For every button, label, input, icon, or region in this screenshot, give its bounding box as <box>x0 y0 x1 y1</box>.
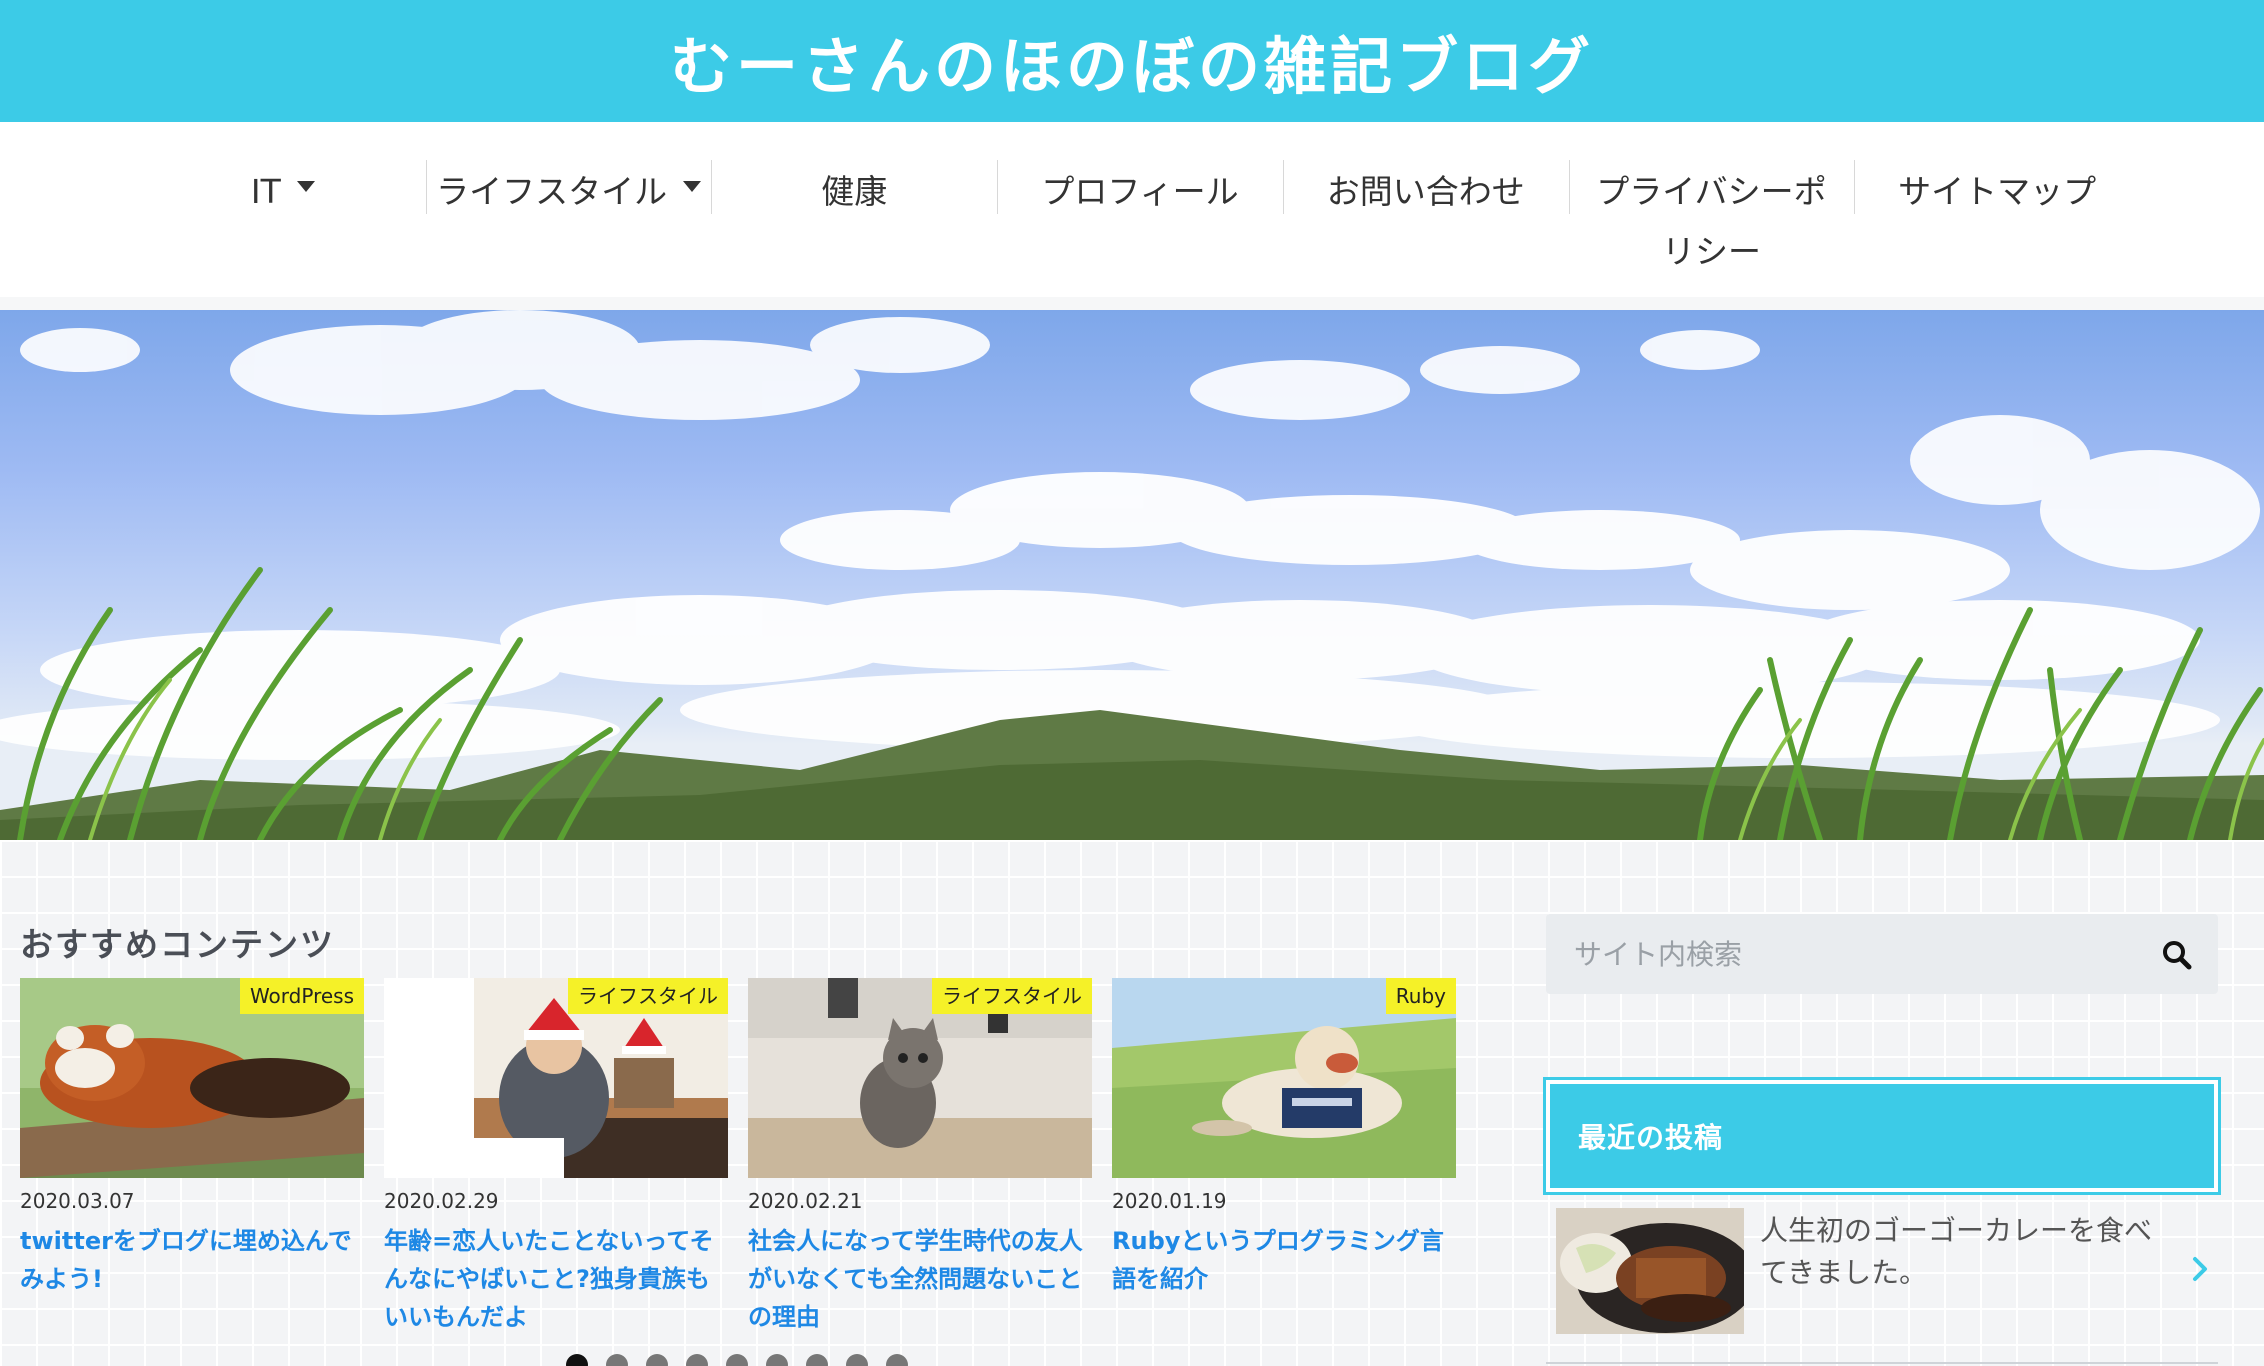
card-date: 2020.02.21 <box>748 1189 863 1213</box>
recommended-card[interactable]: ライフスタイル 2020.02.21 社会人になって学生時代の友人がいなくても全… <box>748 978 1092 1336</box>
nav-item-health[interactable]: 健康 <box>711 152 997 272</box>
nav-item-contact[interactable]: お問い合わせ <box>1282 152 1569 272</box>
nav-item-lifestyle[interactable]: ライフスタイル <box>425 152 712 272</box>
search-input[interactable] <box>1574 937 2134 971</box>
recent-posts-heading: 最近の投稿 <box>1543 1077 2221 1195</box>
nav-item-label: IT <box>250 172 281 211</box>
recent-posts-widget: 最近の投稿 人生初のゴーゴーカレーを食べてきました。 <box>1543 1077 2221 1366</box>
card-category-badge[interactable]: ライフスタイル <box>932 978 1092 1014</box>
nav-item-sitemap[interactable]: サイトマップ <box>1854 152 2140 272</box>
recommended-card[interactable]: WordPress 2020.03.07 twitterをブログに埋め込んでみよ… <box>20 978 364 1298</box>
site-title[interactable]: むーさんのほのぼの雑記ブログ <box>670 16 1594 106</box>
recommended-heading: おすすめコンテンツ <box>20 925 335 964</box>
search-icon[interactable] <box>2160 938 2194 972</box>
hero-image <box>0 310 2264 840</box>
carousel-dot[interactable] <box>646 1354 668 1366</box>
site-search <box>1546 914 2218 994</box>
caret-down-icon <box>296 181 315 192</box>
carousel-dot[interactable] <box>846 1354 868 1366</box>
nav-item-label: 健康 <box>821 172 888 211</box>
card-category-badge[interactable]: ライフスタイル <box>568 978 728 1014</box>
recent-post-item[interactable]: 人生初のゴーゴーカレーを食べてきました。 <box>1546 1208 2218 1340</box>
dog-on-grass-photo: Ruby <box>1112 978 1456 1178</box>
nav-item-label: プライバシーポリシー <box>1596 172 1827 271</box>
nav-list: IT ライフスタイル 健康 プロフィール お問い合わせ プライバシーポリシー サ… <box>140 152 2140 292</box>
divider <box>1546 1362 2218 1364</box>
sky-grass-illustration <box>0 310 2264 840</box>
card-title[interactable]: 年齢=恋人いたことないってそんなにやばいこと?独身貴族もいいもんだよ <box>384 1222 728 1336</box>
kitten-photo: ライフスタイル <box>748 978 1092 1178</box>
red-panda-photo: WordPress <box>20 978 364 1178</box>
card-category-badge[interactable]: WordPress <box>239 978 364 1014</box>
card-date: 2020.01.19 <box>1112 1189 1227 1213</box>
nav-item-label: ライフスタイル <box>436 172 668 211</box>
carousel-dot[interactable] <box>726 1354 748 1366</box>
nav-item-it[interactable]: IT <box>140 152 426 272</box>
card-title[interactable]: twitterをブログに埋め込んでみよう! <box>20 1222 364 1298</box>
santa-hat-man-photo: ライフスタイル <box>384 978 728 1178</box>
carousel-dot[interactable] <box>886 1354 908 1366</box>
carousel-dot[interactable] <box>806 1354 828 1366</box>
carousel-dot[interactable] <box>606 1354 628 1366</box>
card-category-badge[interactable]: Ruby <box>1385 978 1456 1014</box>
card-date: 2020.03.07 <box>20 1189 135 1213</box>
global-nav: IT ライフスタイル 健康 プロフィール お問い合わせ プライバシーポリシー サ… <box>0 122 2264 297</box>
recommended-carousel: WordPress 2020.03.07 twitterをブログに埋め込んでみよ… <box>20 978 1460 1338</box>
carousel-dot[interactable] <box>566 1354 588 1366</box>
nav-item-label: サイトマップ <box>1898 172 2097 211</box>
card-title[interactable]: 社会人になって学生時代の友人がいなくても全然問題ないことの理由 <box>748 1222 1092 1336</box>
card-title[interactable]: Rubyというプログラミング言語を紹介 <box>1112 1222 1456 1298</box>
recommended-card[interactable]: Ruby 2020.01.19 Rubyというプログラミング言語を紹介 <box>1112 978 1456 1298</box>
recent-post-title: 人生初のゴーゴーカレーを食べてきました。 <box>1760 1214 2153 1289</box>
nav-item-profile[interactable]: プロフィール <box>997 152 1283 272</box>
carousel-dot[interactable] <box>686 1354 708 1366</box>
nav-item-label: お問い合わせ <box>1326 172 1525 211</box>
carousel-dots <box>566 1354 908 1366</box>
site-header: むーさんのほのぼの雑記ブログ <box>0 0 2264 122</box>
nav-item-privacy[interactable]: プライバシーポリシー <box>1568 152 1855 272</box>
card-date: 2020.02.29 <box>384 1189 499 1213</box>
nav-item-label: プロフィール <box>1041 172 1239 211</box>
recommended-card[interactable]: ライフスタイル 2020.02.29 年齢=恋人いたことないってそんなにやばいこ… <box>384 978 728 1336</box>
carousel-dot[interactable] <box>766 1354 788 1366</box>
caret-down-icon <box>683 181 702 192</box>
chevron-right-icon <box>2193 1257 2207 1281</box>
curry-photo <box>1556 1208 1744 1334</box>
